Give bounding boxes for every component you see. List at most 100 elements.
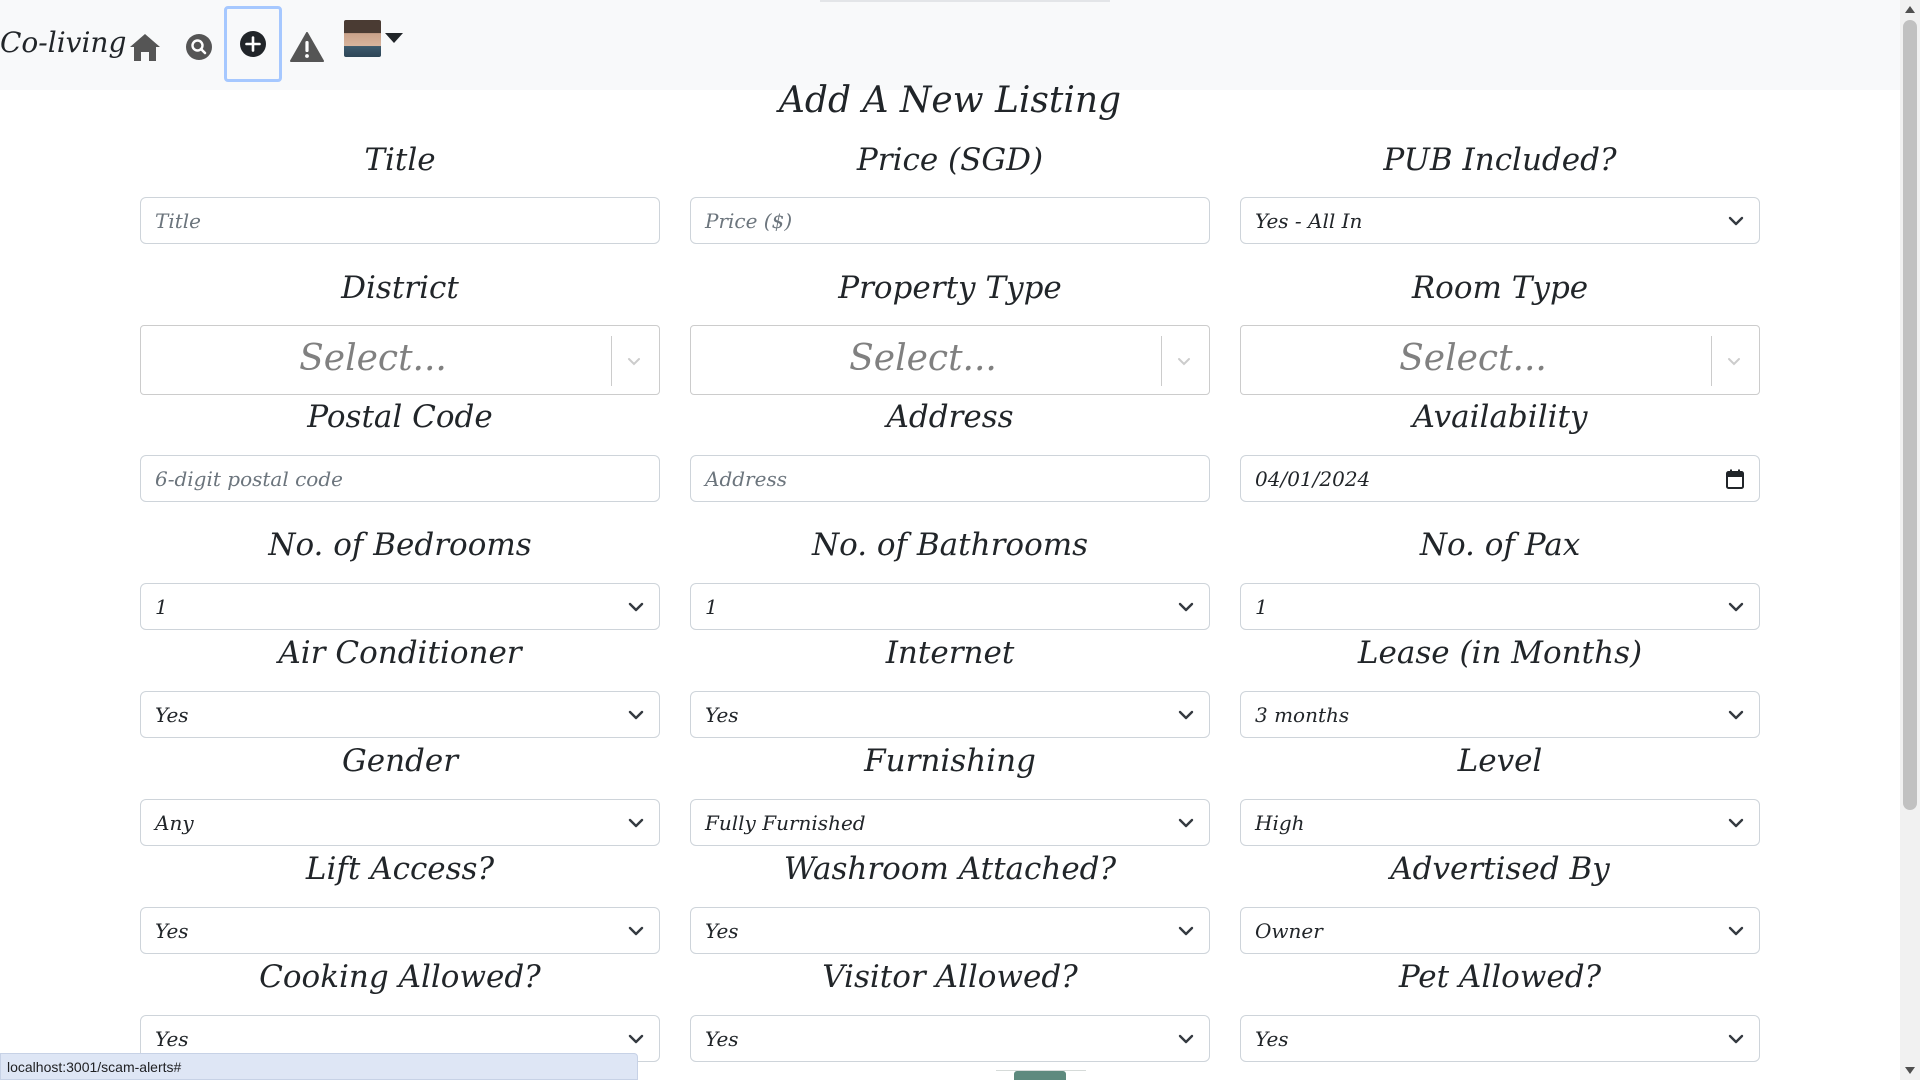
price-input[interactable]: Price ($) — [690, 197, 1210, 244]
chevron-down-icon — [628, 926, 644, 936]
warning-icon[interactable] — [287, 27, 327, 67]
postal-code-placeholder: 6-digit postal code — [155, 466, 343, 491]
avatar — [344, 20, 381, 57]
washroom-attached-select[interactable]: Yes — [690, 907, 1210, 954]
chevron-down-icon — [1728, 216, 1744, 226]
chevron-down-icon — [1178, 358, 1190, 366]
pet-allowed-select[interactable]: Yes — [1240, 1015, 1760, 1062]
lift-access-select[interactable]: Yes — [140, 907, 660, 954]
chevron-down-icon — [1728, 1034, 1744, 1044]
room-type-placeholder: Select... — [1399, 338, 1547, 379]
availability-value: 04/01/2024 — [1255, 466, 1371, 491]
add-listing-button[interactable] — [224, 6, 282, 82]
bathrooms-select[interactable]: 1 — [690, 583, 1210, 630]
chevron-down-icon — [1178, 926, 1194, 936]
gender-select[interactable]: Any — [140, 799, 660, 846]
bathrooms-value: 1 — [705, 594, 718, 619]
bathrooms-label: No. of Bathrooms — [811, 527, 1089, 563]
gender-label: Gender — [341, 743, 459, 779]
chevron-down-icon — [628, 358, 640, 366]
chevron-down-icon — [628, 818, 644, 828]
district-label: District — [341, 270, 459, 306]
page-title: Add A New Listing — [778, 80, 1122, 121]
cooking-allowed-label: Cooking Allowed? — [259, 959, 541, 995]
level-value: High — [1255, 810, 1305, 835]
visitor-allowed-label: Visitor Allowed? — [822, 959, 1078, 995]
furnishing-label: Furnishing — [864, 743, 1036, 779]
postal-code-input[interactable]: 6-digit postal code — [140, 455, 660, 502]
chevron-down-icon — [628, 710, 644, 720]
lease-label: Lease (in Months) — [1357, 635, 1643, 671]
bedrooms-value: 1 — [155, 594, 168, 619]
indicator-separator — [611, 336, 612, 386]
room-type-select[interactable]: Select... — [1240, 325, 1760, 395]
internet-label: Internet — [885, 635, 1015, 671]
pax-select[interactable]: 1 — [1240, 583, 1760, 630]
visitor-allowed-select[interactable]: Yes — [690, 1015, 1210, 1062]
indicator-separator — [1711, 336, 1712, 386]
chevron-down-icon — [628, 1034, 644, 1044]
level-select[interactable]: High — [1240, 799, 1760, 846]
calendar-icon[interactable] — [1725, 468, 1745, 490]
property-type-label: Property Type — [838, 270, 1062, 306]
advertised-by-label: Advertised By — [1390, 851, 1610, 887]
washroom-attached-label: Washroom Attached? — [783, 851, 1117, 887]
submit-button[interactable] — [1014, 1071, 1066, 1080]
scrollbar[interactable] — [1900, 0, 1920, 1080]
chevron-down-icon — [1178, 1034, 1194, 1044]
brand-link[interactable]: Co-living — [0, 26, 126, 59]
internet-value: Yes — [705, 702, 739, 727]
address-input[interactable]: Address — [690, 455, 1210, 502]
availability-date-input[interactable]: 04/01/2024 — [1240, 455, 1760, 502]
availability-label: Availability — [1412, 399, 1588, 435]
navbar: Co-living — [0, 0, 1900, 90]
room-type-label: Room Type — [1411, 270, 1589, 306]
chevron-down-icon — [1178, 818, 1194, 828]
advertised-by-value: Owner — [1255, 918, 1323, 943]
chevron-down-icon — [1178, 710, 1194, 720]
property-type-select[interactable]: Select... — [690, 325, 1210, 395]
title-label: Title — [364, 142, 436, 178]
plus-circle-icon — [240, 31, 266, 57]
scroll-down-arrow-icon[interactable] — [1905, 1067, 1915, 1074]
cooking-allowed-value: Yes — [155, 1026, 189, 1051]
chevron-down-icon — [1728, 926, 1744, 936]
indicator-separator — [1161, 336, 1162, 386]
search-icon[interactable] — [179, 27, 219, 67]
chevron-down-icon — [1728, 710, 1744, 720]
internet-select[interactable]: Yes — [690, 691, 1210, 738]
air-conditioner-select[interactable]: Yes — [140, 691, 660, 738]
address-placeholder: Address — [705, 466, 787, 491]
pub-included-value: Yes - All In — [1255, 208, 1363, 233]
chevron-down-icon — [1728, 358, 1740, 366]
title-input[interactable]: Title — [140, 197, 660, 244]
bedrooms-label: No. of Bedrooms — [268, 527, 532, 563]
air-conditioner-value: Yes — [155, 702, 189, 727]
chevron-down-icon — [628, 602, 644, 612]
title-placeholder: Title — [155, 208, 202, 233]
bedrooms-select[interactable]: 1 — [140, 583, 660, 630]
scrollbar-thumb[interactable] — [1903, 20, 1917, 810]
chevron-down-icon — [1728, 602, 1744, 612]
furnishing-value: Fully Furnished — [705, 810, 866, 835]
furnishing-select[interactable]: Fully Furnished — [690, 799, 1210, 846]
scroll-up-arrow-icon[interactable] — [1905, 6, 1915, 13]
lease-select[interactable]: 3 months — [1240, 691, 1760, 738]
postal-code-label: Postal Code — [307, 399, 493, 435]
pax-label: No. of Pax — [1419, 527, 1581, 563]
address-label: Address — [886, 399, 1014, 435]
chevron-down-icon — [1728, 818, 1744, 828]
district-select[interactable]: Select... — [140, 325, 660, 395]
home-icon[interactable] — [125, 27, 165, 67]
pet-allowed-label: Pet Allowed? — [1398, 959, 1602, 995]
gender-value: Any — [155, 810, 194, 835]
pub-included-label: PUB Included? — [1383, 142, 1617, 178]
caret-down-icon — [385, 32, 403, 43]
lift-access-label: Lift Access? — [305, 851, 495, 887]
advertised-by-select[interactable]: Owner — [1240, 907, 1760, 954]
pub-included-select[interactable]: Yes - All In — [1240, 197, 1760, 244]
profile-dropdown[interactable] — [344, 20, 403, 57]
price-label: Price (SGD) — [856, 142, 1044, 178]
air-conditioner-label: Air Conditioner — [278, 635, 522, 671]
lift-access-value: Yes — [155, 918, 189, 943]
